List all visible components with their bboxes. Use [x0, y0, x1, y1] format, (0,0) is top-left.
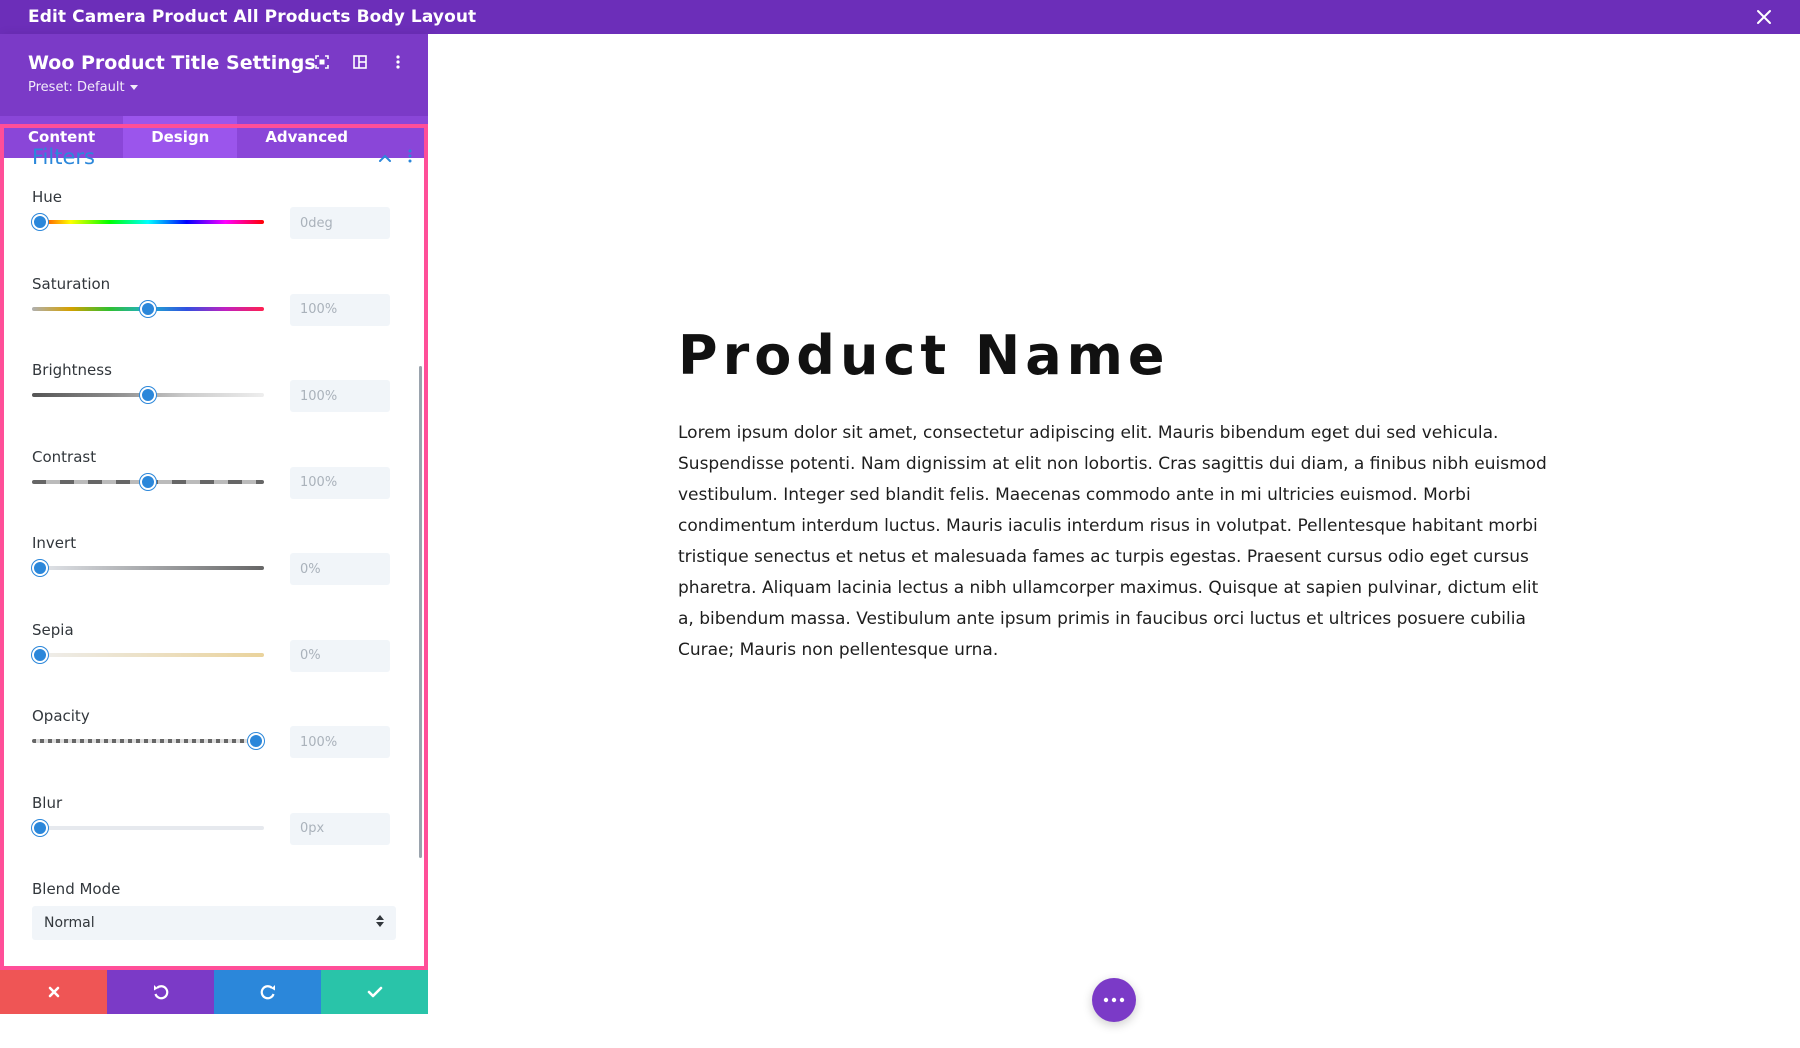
section-more-icon[interactable]: [408, 148, 412, 167]
slider-handle[interactable]: [140, 387, 156, 403]
save-button[interactable]: [321, 970, 428, 1014]
filter-brightness: Brightness 100%: [4, 359, 424, 446]
slider-track[interactable]: [32, 825, 264, 830]
slider-track[interactable]: [32, 739, 264, 743]
preview-canvas: Product Name Lorem ipsum dolor sit amet,…: [428, 34, 1800, 1048]
blend-mode-select[interactable]: Normal: [32, 906, 396, 940]
slider-track[interactable]: [32, 652, 264, 657]
close-icon[interactable]: [1754, 7, 1774, 27]
expand-icon[interactable]: [314, 54, 330, 70]
filter-label: Contrast: [32, 447, 97, 466]
title-bar: Edit Camera Product All Products Body La…: [0, 0, 1800, 34]
check-icon: [367, 986, 382, 998]
close-icon: [48, 986, 59, 998]
filter-label: Invert: [32, 534, 77, 552]
panel-header: Woo Product Title Settings Preset: Defau…: [0, 34, 428, 116]
filter-value-input[interactable]: 100%: [290, 726, 390, 758]
filter-sepia: Sepia 0%: [4, 619, 424, 706]
caret-down-icon: [129, 85, 138, 90]
filter-label: Saturation: [32, 274, 111, 293]
redo-icon: [260, 985, 275, 1000]
filter-invert: Invert 0%: [4, 532, 424, 619]
filter-value-input[interactable]: 0%: [290, 553, 390, 585]
filter-value-input[interactable]: 0deg: [290, 207, 390, 239]
chevron-up-icon[interactable]: [378, 148, 392, 167]
more-horizontal-icon: [1103, 997, 1125, 1003]
filter-blur: Blur 0px: [4, 792, 424, 879]
filter-label: Hue: [32, 188, 63, 206]
filter-value-input[interactable]: 100%: [290, 466, 390, 499]
preset-selector[interactable]: Preset: Default: [28, 80, 400, 95]
columns-icon[interactable]: [352, 54, 368, 70]
product-title[interactable]: Product Name: [678, 324, 1170, 387]
filter-opacity: Opacity 100%: [4, 705, 424, 792]
slider-handle[interactable]: [248, 733, 264, 749]
select-arrows-icon: [376, 915, 384, 927]
filter-value-input[interactable]: 100%: [290, 293, 390, 326]
filters-section: Filters Hue 0deg Saturation 100% Brightness 1…: [0, 124, 428, 970]
filter-label: Brightness: [32, 361, 112, 379]
undo-button[interactable]: [107, 970, 214, 1014]
filter-value-input[interactable]: 0px: [290, 812, 390, 845]
filter-contrast: Contrast 100%: [4, 446, 424, 533]
page-settings-button[interactable]: [1092, 978, 1136, 1022]
section-title: Filters: [32, 145, 95, 169]
more-options-icon[interactable]: [390, 54, 406, 70]
slider-handle[interactable]: [32, 560, 48, 576]
slider-track[interactable]: [32, 220, 264, 224]
window-title: Edit Camera Product All Products Body La…: [28, 7, 477, 27]
slider-handle[interactable]: [32, 214, 48, 230]
filter-value-input[interactable]: 100%: [290, 380, 390, 412]
slider-track[interactable]: [32, 566, 264, 570]
filter-label: Blur: [32, 793, 63, 812]
slider-handle[interactable]: [140, 300, 156, 317]
filter-saturation: Saturation 100%: [4, 273, 424, 360]
blend-mode-value: Normal: [44, 915, 95, 931]
filter-label: Opacity: [32, 707, 90, 725]
panel-action-bar: [0, 970, 428, 1014]
filter-label: Sepia: [32, 620, 74, 639]
slider-handle[interactable]: [32, 819, 48, 836]
slider-handle[interactable]: [32, 646, 48, 663]
undo-icon: [153, 985, 168, 1000]
redo-button[interactable]: [214, 970, 321, 1014]
section-header[interactable]: Filters: [4, 128, 424, 186]
slider-handle[interactable]: [140, 473, 156, 490]
product-description[interactable]: Lorem ipsum dolor sit amet, consectetur …: [678, 418, 1548, 666]
blend-mode-label: Blend Mode: [32, 880, 121, 898]
filter-hue: Hue 0deg: [4, 186, 424, 273]
discard-button[interactable]: [0, 970, 107, 1014]
filter-value-input[interactable]: 0%: [290, 639, 390, 672]
preset-label: Preset: Default: [28, 80, 125, 95]
